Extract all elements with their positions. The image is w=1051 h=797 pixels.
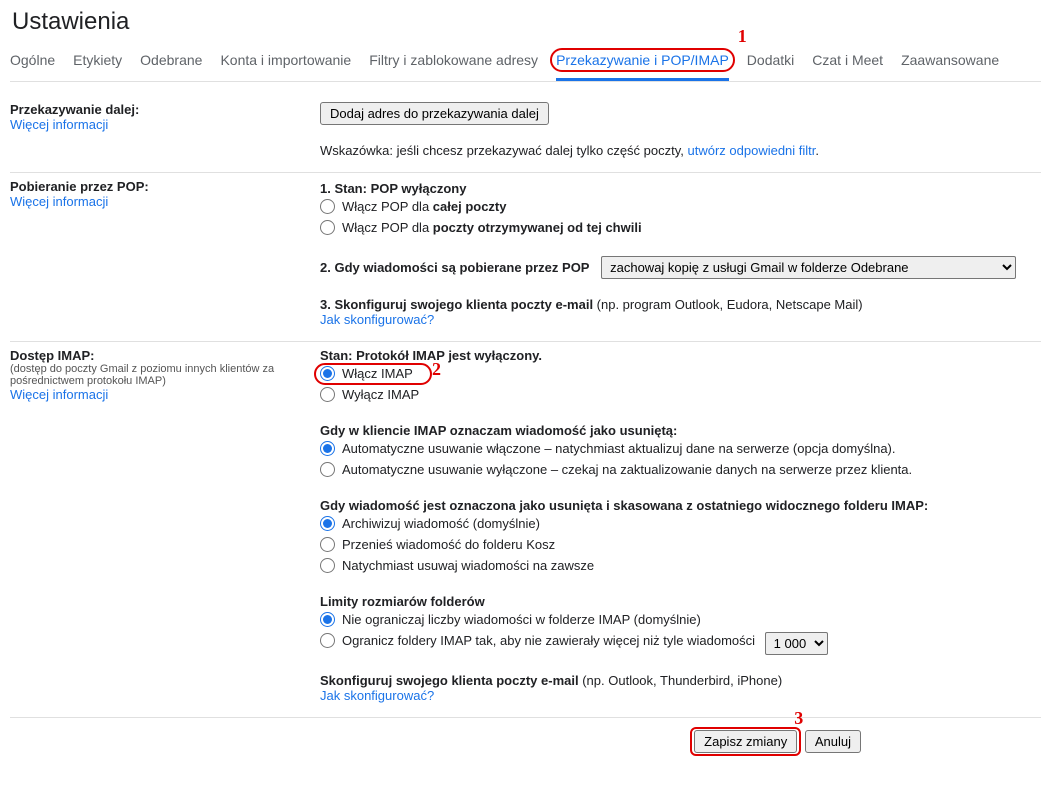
imap-configure-rest: (np. Outlook, Thunderbird, iPhone): [579, 673, 783, 688]
pop-step2-label: 2. Gdy wiadomości są pobierane przez POP: [320, 260, 589, 275]
pop-enable-all-radio[interactable]: [320, 199, 335, 214]
tab-forwarding-pop-imap[interactable]: Przekazywanie i POP/IMAP: [556, 42, 729, 81]
imap-limit-unlimited-option[interactable]: Nie ograniczaj liczby wiadomości w folde…: [320, 612, 701, 627]
pop-opt-all-prefix: Włącz POP dla: [342, 199, 433, 214]
imap-sublabel: (dostęp do poczty Gmail z poziomu innych…: [10, 363, 320, 387]
imap-autodelete-off-text: Automatyczne usuwanie wyłączone – czekaj…: [342, 462, 912, 477]
imap-limit-count-select[interactable]: 1 000: [765, 632, 828, 655]
imap-limit-unlimited-radio[interactable]: [320, 612, 335, 627]
forwarding-tip-text: Wskazówka: jeśli chcesz przekazywać dale…: [320, 143, 688, 158]
tab-advanced[interactable]: Zaawansowane: [901, 42, 999, 81]
tab-general[interactable]: Ogólne: [10, 42, 55, 81]
tab-accounts[interactable]: Konta i importowanie: [220, 42, 351, 81]
imap-expunge-trash-radio[interactable]: [320, 537, 335, 552]
pop-step3-rest: (np. program Outlook, Eudora, Netscape M…: [593, 297, 863, 312]
imap-limit-title: Limity rozmiarów folderów: [320, 594, 485, 609]
imap-autodelete-on-radio[interactable]: [320, 441, 335, 456]
actions-bar: Zapisz zmiany 3 Anuluj: [10, 717, 1041, 753]
tab-labels[interactable]: Etykiety: [73, 42, 122, 81]
tab-inbox[interactable]: Odebrane: [140, 42, 202, 81]
imap-enable-text: Włącz IMAP: [342, 366, 413, 381]
tab-chat-meet[interactable]: Czat i Meet: [812, 42, 883, 81]
create-filter-link[interactable]: utwórz odpowiedni filtr: [688, 143, 816, 158]
pop-action-select[interactable]: zachowaj kopię z usługi Gmail w folderze…: [601, 256, 1016, 279]
pop-more-info-link[interactable]: Więcej informacji: [10, 194, 108, 209]
section-forwarding: Przekazywanie dalej: Więcej informacji D…: [10, 96, 1041, 173]
pop-opt-all-bold: całej poczty: [433, 199, 507, 214]
imap-expunge-delete-option[interactable]: Natychmiast usuwaj wiadomości na zawsze: [320, 558, 594, 573]
imap-expunge-delete-radio[interactable]: [320, 558, 335, 573]
imap-delete-title: Gdy w kliencie IMAP oznaczam wiadomość j…: [320, 423, 677, 438]
imap-how-to-configure-link[interactable]: Jak skonfigurować?: [320, 688, 434, 703]
imap-autodelete-off-option[interactable]: Automatyczne usuwanie wyłączone – czekaj…: [320, 462, 912, 477]
imap-configure-bold: Skonfiguruj swojego klienta poczty e-mai…: [320, 673, 579, 688]
forwarding-tip-suffix: .: [815, 143, 819, 158]
imap-disable-text: Wyłącz IMAP: [342, 387, 419, 402]
settings-tabs: Ogólne Etykiety Odebrane Konta i importo…: [10, 42, 1041, 82]
pop-enable-all-option[interactable]: Włącz POP dla całej poczty: [320, 199, 507, 214]
forwarding-label: Przekazywanie dalej:: [10, 102, 320, 117]
tab-addons[interactable]: Dodatki: [747, 42, 794, 81]
forwarding-tip: Wskazówka: jeśli chcesz przekazywać dale…: [320, 143, 1041, 158]
imap-autodelete-off-radio[interactable]: [320, 462, 335, 477]
forwarding-more-info-link[interactable]: Więcej informacji: [10, 117, 108, 132]
pop-how-to-configure-link[interactable]: Jak skonfigurować?: [320, 312, 434, 327]
pop-label: Pobieranie przez POP:: [10, 179, 320, 194]
imap-expunge-trash-text: Przenieś wiadomość do folderu Kosz: [342, 537, 555, 552]
imap-autodelete-on-option[interactable]: Automatyczne usuwanie włączone – natychm…: [320, 441, 896, 456]
imap-limit-capped-option[interactable]: Ogranicz foldery IMAP tak, aby nie zawie…: [320, 633, 755, 648]
save-button[interactable]: Zapisz zmiany: [694, 730, 797, 753]
imap-expunge-archive-radio[interactable]: [320, 516, 335, 531]
imap-autodelete-on-text: Automatyczne usuwanie włączone – natychm…: [342, 441, 896, 456]
pop-enable-now-radio[interactable]: [320, 220, 335, 235]
pop-enable-now-option[interactable]: Włącz POP dla poczty otrzymywanej od tej…: [320, 220, 642, 235]
pop-state-value: POP wyłączony: [371, 181, 467, 196]
section-imap: Dostęp IMAP: (dostęp do poczty Gmail z p…: [10, 342, 1041, 717]
imap-more-info-link[interactable]: Więcej informacji: [10, 387, 108, 402]
imap-expunge-archive-option[interactable]: Archiwizuj wiadomość (domyślnie): [320, 516, 540, 531]
imap-expunge-title: Gdy wiadomość jest oznaczona jako usunię…: [320, 498, 928, 513]
imap-disable-radio[interactable]: [320, 387, 335, 402]
imap-expunge-delete-text: Natychmiast usuwaj wiadomości na zawsze: [342, 558, 594, 573]
tab-filters[interactable]: Filtry i zablokowane adresy: [369, 42, 538, 81]
imap-expunge-archive-text: Archiwizuj wiadomość (domyślnie): [342, 516, 540, 531]
imap-state: Stan: Protokół IMAP jest wyłączony.: [320, 348, 542, 363]
imap-disable-option[interactable]: Wyłącz IMAP: [320, 387, 419, 402]
imap-limit-capped-text: Ogranicz foldery IMAP tak, aby nie zawie…: [342, 633, 755, 648]
imap-limit-capped-radio[interactable]: [320, 633, 335, 648]
pop-opt-now-bold: poczty otrzymywanej od tej chwili: [433, 220, 642, 235]
pop-step3-bold: 3. Skonfiguruj swojego klienta poczty e-…: [320, 297, 593, 312]
section-pop: Pobieranie przez POP: Więcej informacji …: [10, 173, 1041, 342]
pop-opt-now-prefix: Włącz POP dla: [342, 220, 433, 235]
imap-enable-radio[interactable]: [320, 366, 335, 381]
imap-limit-unlimited-text: Nie ograniczaj liczby wiadomości w folde…: [342, 612, 701, 627]
add-forwarding-address-button[interactable]: Dodaj adres do przekazywania dalej: [320, 102, 549, 125]
cancel-button[interactable]: Anuluj: [805, 730, 861, 753]
page-title: Ustawienia: [12, 8, 1041, 36]
pop-state-prefix: 1. Stan:: [320, 181, 371, 196]
imap-expunge-trash-option[interactable]: Przenieś wiadomość do folderu Kosz: [320, 537, 555, 552]
imap-enable-option[interactable]: Włącz IMAP: [320, 366, 413, 381]
imap-label: Dostęp IMAP:: [10, 348, 320, 363]
